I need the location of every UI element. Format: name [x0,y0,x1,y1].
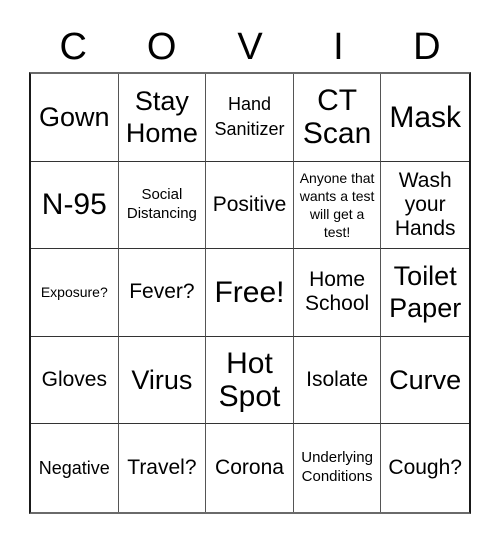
cell-text: Cough? [388,456,462,480]
bingo-cell[interactable]: Hot Spot [206,336,294,425]
cell-text: Exposure? [40,284,108,301]
bingo-cell[interactable]: Underlying Conditions [294,424,382,512]
cell-text: Hand Sanitizer [214,94,285,140]
bingo-cell[interactable]: Mask [381,74,469,162]
cell-text: Stay Home [125,85,198,149]
bingo-cell[interactable]: Virus [118,336,207,425]
cell-text: Corona [215,456,284,480]
cell-text: Anyone that wants a test will get a test… [299,169,375,241]
cell-text: Wash your Hands [394,168,456,240]
bingo-cell[interactable]: Isolate [293,336,382,425]
bingo-cell[interactable]: Home School [293,249,382,337]
cell-text: Underlying Conditions [301,449,373,486]
cell-text: CT Scan [302,84,372,151]
bingo-cell[interactable]: Curve [381,337,469,425]
bingo-cell[interactable]: Hand Sanitizer [206,74,294,162]
bingo-cell[interactable]: Social Distancing [118,161,207,250]
header-letter-v: V [237,26,263,68]
bingo-cell[interactable]: N-95 [31,161,119,250]
cell-text: Travel? [127,456,197,480]
header-letter-o: O [146,26,177,68]
cell-text: Toilet Paper [389,261,462,324]
cell-text: Free! [214,275,285,309]
bingo-cell[interactable]: Anyone that wants a test will get a test… [293,161,382,250]
bingo-cell[interactable]: Cough? [381,424,469,512]
bingo-cell[interactable]: Negative [31,424,119,512]
free-space-cell[interactable]: Free! [206,249,294,337]
bingo-cell[interactable]: Toilet Paper [381,249,469,337]
bingo-grid: Gown Stay Home Hand Sanitizer CT Scan Ma… [29,72,471,514]
cell-text: Gown [39,102,110,133]
bingo-cell[interactable]: Gown [31,74,119,162]
bingo-cell[interactable]: Positive [206,161,294,250]
cell-text: N-95 [41,188,107,222]
cell-text: Social Distancing [126,186,197,222]
header-letter-i: I [333,26,344,68]
bingo-cell[interactable]: Corona [206,424,294,512]
cell-text: Virus [131,364,193,395]
bingo-cell[interactable]: CT Scan [293,74,382,162]
cell-text: Hot Spot [218,347,281,414]
cell-text: Fever? [129,280,195,304]
bingo-cell[interactable]: Travel? [119,424,207,512]
cell-text: Mask [389,100,462,134]
cell-text: Home School [304,268,370,316]
cell-text: Gloves [41,368,107,392]
cell-text: Positive [212,192,287,216]
bingo-cell[interactable]: Fever? [118,249,207,337]
cell-text: Curve [389,364,462,395]
bingo-header: C O V I D [29,22,471,72]
cell-text: Negative [38,457,110,478]
cell-text: Isolate [306,368,369,392]
bingo-cell[interactable]: Stay Home [118,74,207,162]
bingo-cell[interactable]: Wash your Hands [381,162,469,250]
bingo-cell[interactable]: Exposure? [31,249,119,337]
header-letter-d: D [413,26,441,68]
bingo-cell[interactable]: Gloves [31,336,119,425]
header-letter-c: C [59,26,87,68]
